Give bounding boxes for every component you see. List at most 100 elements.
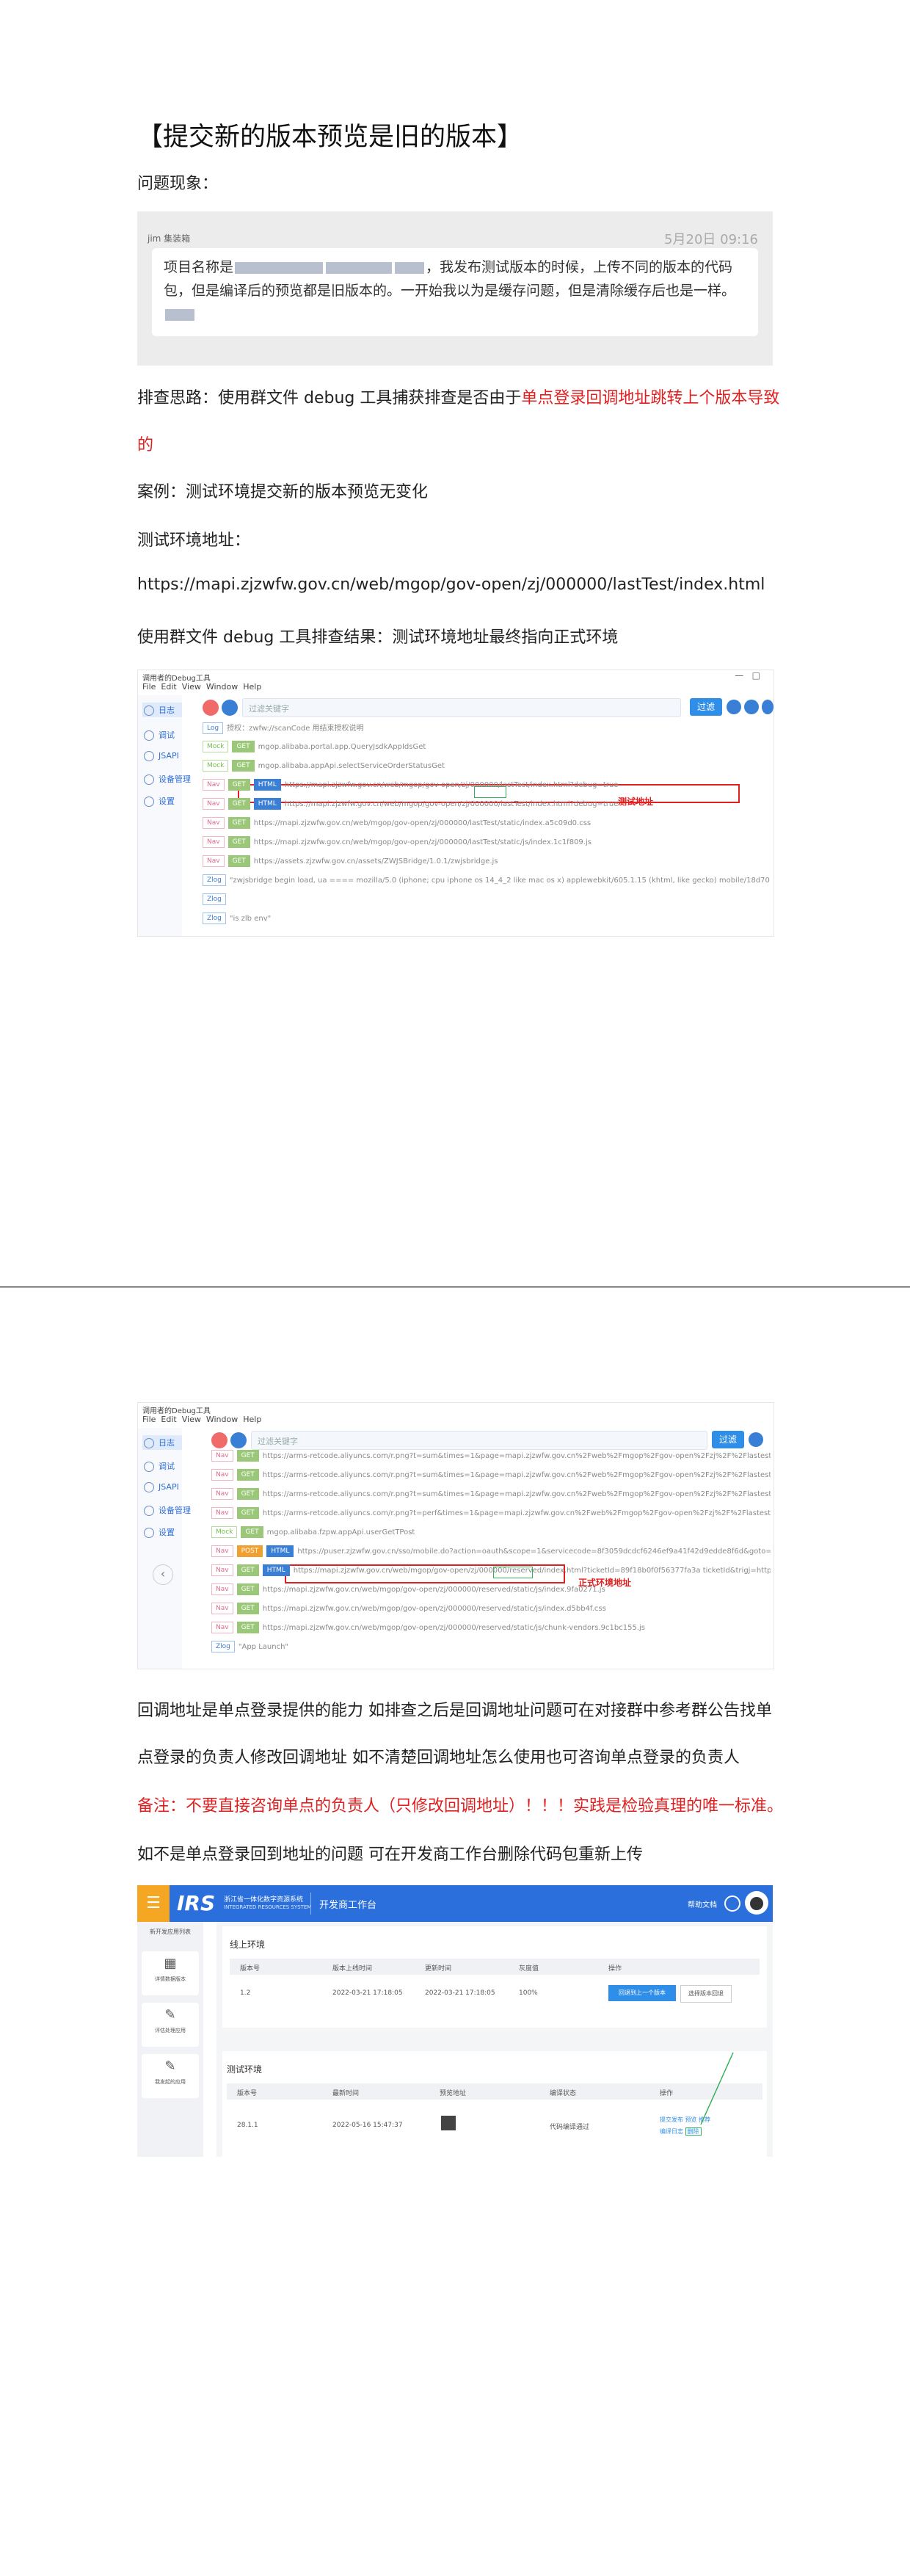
log-row[interactable]: Nav GET https://mapi.zjzwfw.gov.cn/web/mgo… [211, 1583, 771, 1600]
filter-button[interactable]: 过滤 [712, 1431, 744, 1448]
log-text: 授权：zwfw://scanCode 用结束授权说明 [227, 725, 364, 733]
menu-view[interactable]: View [182, 1415, 201, 1424]
menu-window[interactable]: Window [206, 1415, 238, 1424]
record-button[interactable] [230, 1432, 247, 1448]
compile-log-link[interactable]: 编译日志 [660, 2128, 683, 2135]
irs-side-card[interactable]: ✎ 评估处理应用 [142, 2003, 199, 2047]
log-row[interactable]: Zlog [203, 893, 771, 910]
log-row[interactable]: Nav GET HTML https://mapi.zjzwfw.gov.cn/web… [211, 1564, 771, 1581]
td-latest-time: 2022-05-16 15:47:37 [332, 2122, 403, 2129]
log-tag: GET [236, 1488, 259, 1500]
sidebar-item-log[interactable]: 日志 [142, 1435, 182, 1450]
log-row[interactable]: Nav POST HTML https://puser.zjzwfw.gov.cn/s… [211, 1545, 771, 1561]
log-tag: Nav [211, 1469, 233, 1481]
log-tag: GET [228, 817, 250, 829]
collapse-icon[interactable]: ‹ [153, 1564, 173, 1585]
log-row[interactable]: Zlog "App Launch" [211, 1641, 771, 1657]
menu-window[interactable]: Window [206, 682, 238, 692]
log-row[interactable]: Nav GET https://arms-retcode.aliyuncs.com/… [211, 1488, 771, 1504]
chat-bubble: 项目名称是 ，我发布测试版本的时候，上传不同的版本的代码包，但是编译后的预览都是旧… [152, 248, 758, 336]
sidebar-item-debug[interactable]: 调试 [144, 729, 175, 741]
filter-button[interactable]: 过滤 [690, 698, 722, 716]
menu-icon[interactable]: ☰ [137, 1885, 170, 1922]
log-tag: Zlog [203, 913, 226, 924]
submit-release-link[interactable]: 提交发布 [660, 2116, 683, 2123]
log-tag: GET [228, 836, 250, 848]
log-tag: Nav [203, 836, 225, 848]
log-text: https://mapi.zjzwfw.gov.cn/web/mgop/gov-… [253, 838, 592, 846]
log-row[interactable]: Zlog "is zlb env" [203, 913, 771, 929]
log-row[interactable]: Log 授权：zwfw://scanCode 用结束授权说明 [203, 722, 771, 738]
select-rollback-button[interactable]: 选择版本回退 [680, 1985, 732, 2003]
menu-help[interactable]: Help [243, 682, 261, 692]
log-row[interactable]: Nav GET https://arms-retcode.aliyuncs.com/… [211, 1450, 771, 1466]
log-row[interactable]: Nav GET https://mapi.zjzwfw.gov.cn/web/mgo… [211, 1622, 771, 1638]
th-latest-time: 最新时间 [332, 2090, 360, 2097]
sidebar-item-settings[interactable]: 设置 [144, 1526, 175, 1538]
qr-code-icon[interactable] [441, 2116, 456, 2130]
menu-view[interactable]: View [182, 682, 201, 692]
redacted-emoji [165, 308, 194, 321]
sidebar-item-log[interactable]: 日志 [142, 703, 182, 717]
sidebar-item-jsapi[interactable]: JSAPI [144, 751, 179, 761]
log-text: "is zlb env" [229, 915, 272, 923]
log-icon [144, 705, 154, 716]
log-row[interactable]: Nav GET https://mapi.zjzwfw.gov.cn/web/mgo… [211, 1603, 771, 1619]
log-row[interactable]: Nav GET https://mapi.zjzwfw.gov.cn/web/mgo… [203, 817, 771, 833]
log-row[interactable]: Nav GET https://assets.zjzwfw.gov.cn/asset… [203, 855, 771, 871]
log-tag: HTML [253, 798, 281, 810]
option-button[interactable] [744, 700, 759, 714]
sidebar-item-debug[interactable]: 调试 [144, 1460, 175, 1472]
filter-input[interactable]: 过滤关键字 [242, 698, 681, 717]
log-tag: GET [236, 1603, 259, 1614]
header-divider [310, 1893, 311, 1915]
notification-icon[interactable] [724, 1895, 740, 1912]
green-arrow [700, 2052, 734, 2125]
online-table-header [230, 1959, 760, 1975]
note-paragraph: 备注：不要直接咨询单点的负责人（只修改回调地址）！！！实践是检验真理的唯一标准。 [137, 1797, 784, 1815]
irs-side-item[interactable]: 新开发应用列表 [140, 1928, 200, 1936]
irs-side-card[interactable]: ▦ 详情数据版本 [142, 1951, 199, 1995]
clear-button[interactable] [203, 700, 219, 716]
record-button[interactable] [222, 700, 238, 716]
clear-button[interactable] [211, 1432, 228, 1448]
log-row[interactable]: Nav GET https://mapi.zjzwfw.gov.cn/web/mgo… [203, 836, 771, 852]
sidebar-item-jsapi[interactable]: JSAPI [144, 1482, 179, 1492]
help-docs-link[interactable]: 帮助文档 [688, 1898, 717, 1909]
sidebar-item-device[interactable]: 设备管理 [144, 1504, 191, 1516]
irs-side-card[interactable]: ✎ 我发起的应用 [142, 2054, 199, 2098]
log-row[interactable]: Nav GET HTML https://mapi.zjzwfw.gov.cn/web… [203, 798, 771, 814]
menu-edit[interactable]: Edit [161, 682, 176, 692]
investigation-paragraph-cont: 的 [137, 436, 154, 454]
log-row[interactable]: Nav GET https://arms-retcode.aliyuncs.com/… [211, 1507, 771, 1523]
sidebar-item-settings[interactable]: 设置 [144, 795, 175, 807]
log-row[interactable]: Mock GET mgop.alibaba.portal.app.QueryJsdk… [203, 741, 771, 757]
log-icon [144, 1438, 154, 1448]
menu-edit[interactable]: Edit [161, 1415, 176, 1424]
log-text: https://mapi.zjzwfw.gov.cn/web/mgop/gov-… [262, 1586, 605, 1594]
log-text: "zwjsbridge begin load, ua ==== mozilla/… [229, 877, 771, 885]
log-row[interactable]: Mock GET mgop.alibaba.fzpw.appApi.userGetT… [211, 1526, 771, 1542]
th-online-time: 版本上线时间 [332, 1965, 373, 1973]
log-row[interactable]: Mock GET mgop.alibaba.appApi.selectService… [203, 760, 771, 776]
log-row[interactable]: Nav GET https://arms-retcode.aliyuncs.com/… [211, 1469, 771, 1485]
log-row[interactable]: Zlog "zwjsbridge begin load, ua ==== mozi… [203, 874, 771, 890]
avatar[interactable] [745, 1891, 768, 1915]
menu-file[interactable]: File [142, 1415, 156, 1424]
filter-input[interactable]: 过滤关键字 [251, 1431, 707, 1450]
option-button[interactable] [749, 1432, 763, 1447]
log-text: "App Launch" [238, 1643, 289, 1651]
th-version: 版本号 [240, 1965, 261, 1973]
log-tag: GET [232, 741, 255, 752]
callback-paragraph: 回调地址是单点登录提供的能力 如排查之后是回调地址问题可在对接群中参考群公告找单 [137, 1702, 772, 1720]
log-tag: POST [236, 1545, 263, 1557]
rollback-prev-button[interactable]: 回退到上一个版本 [608, 1985, 676, 2001]
menu-help[interactable]: Help [243, 1415, 261, 1424]
option-button[interactable] [727, 700, 741, 714]
menu-file[interactable]: File [142, 682, 156, 692]
option-button[interactable] [762, 700, 774, 714]
log-tag: HTML [262, 1564, 290, 1576]
log-row[interactable]: Nav GET HTML https://mapi.zjzwfw.gov.cn/web… [203, 779, 771, 795]
sidebar-item-device[interactable]: 设备管理 [144, 773, 191, 785]
debug-tool-screenshot-1: 调用者的Debug工具 — □ File Edit View Window He… [137, 670, 774, 937]
